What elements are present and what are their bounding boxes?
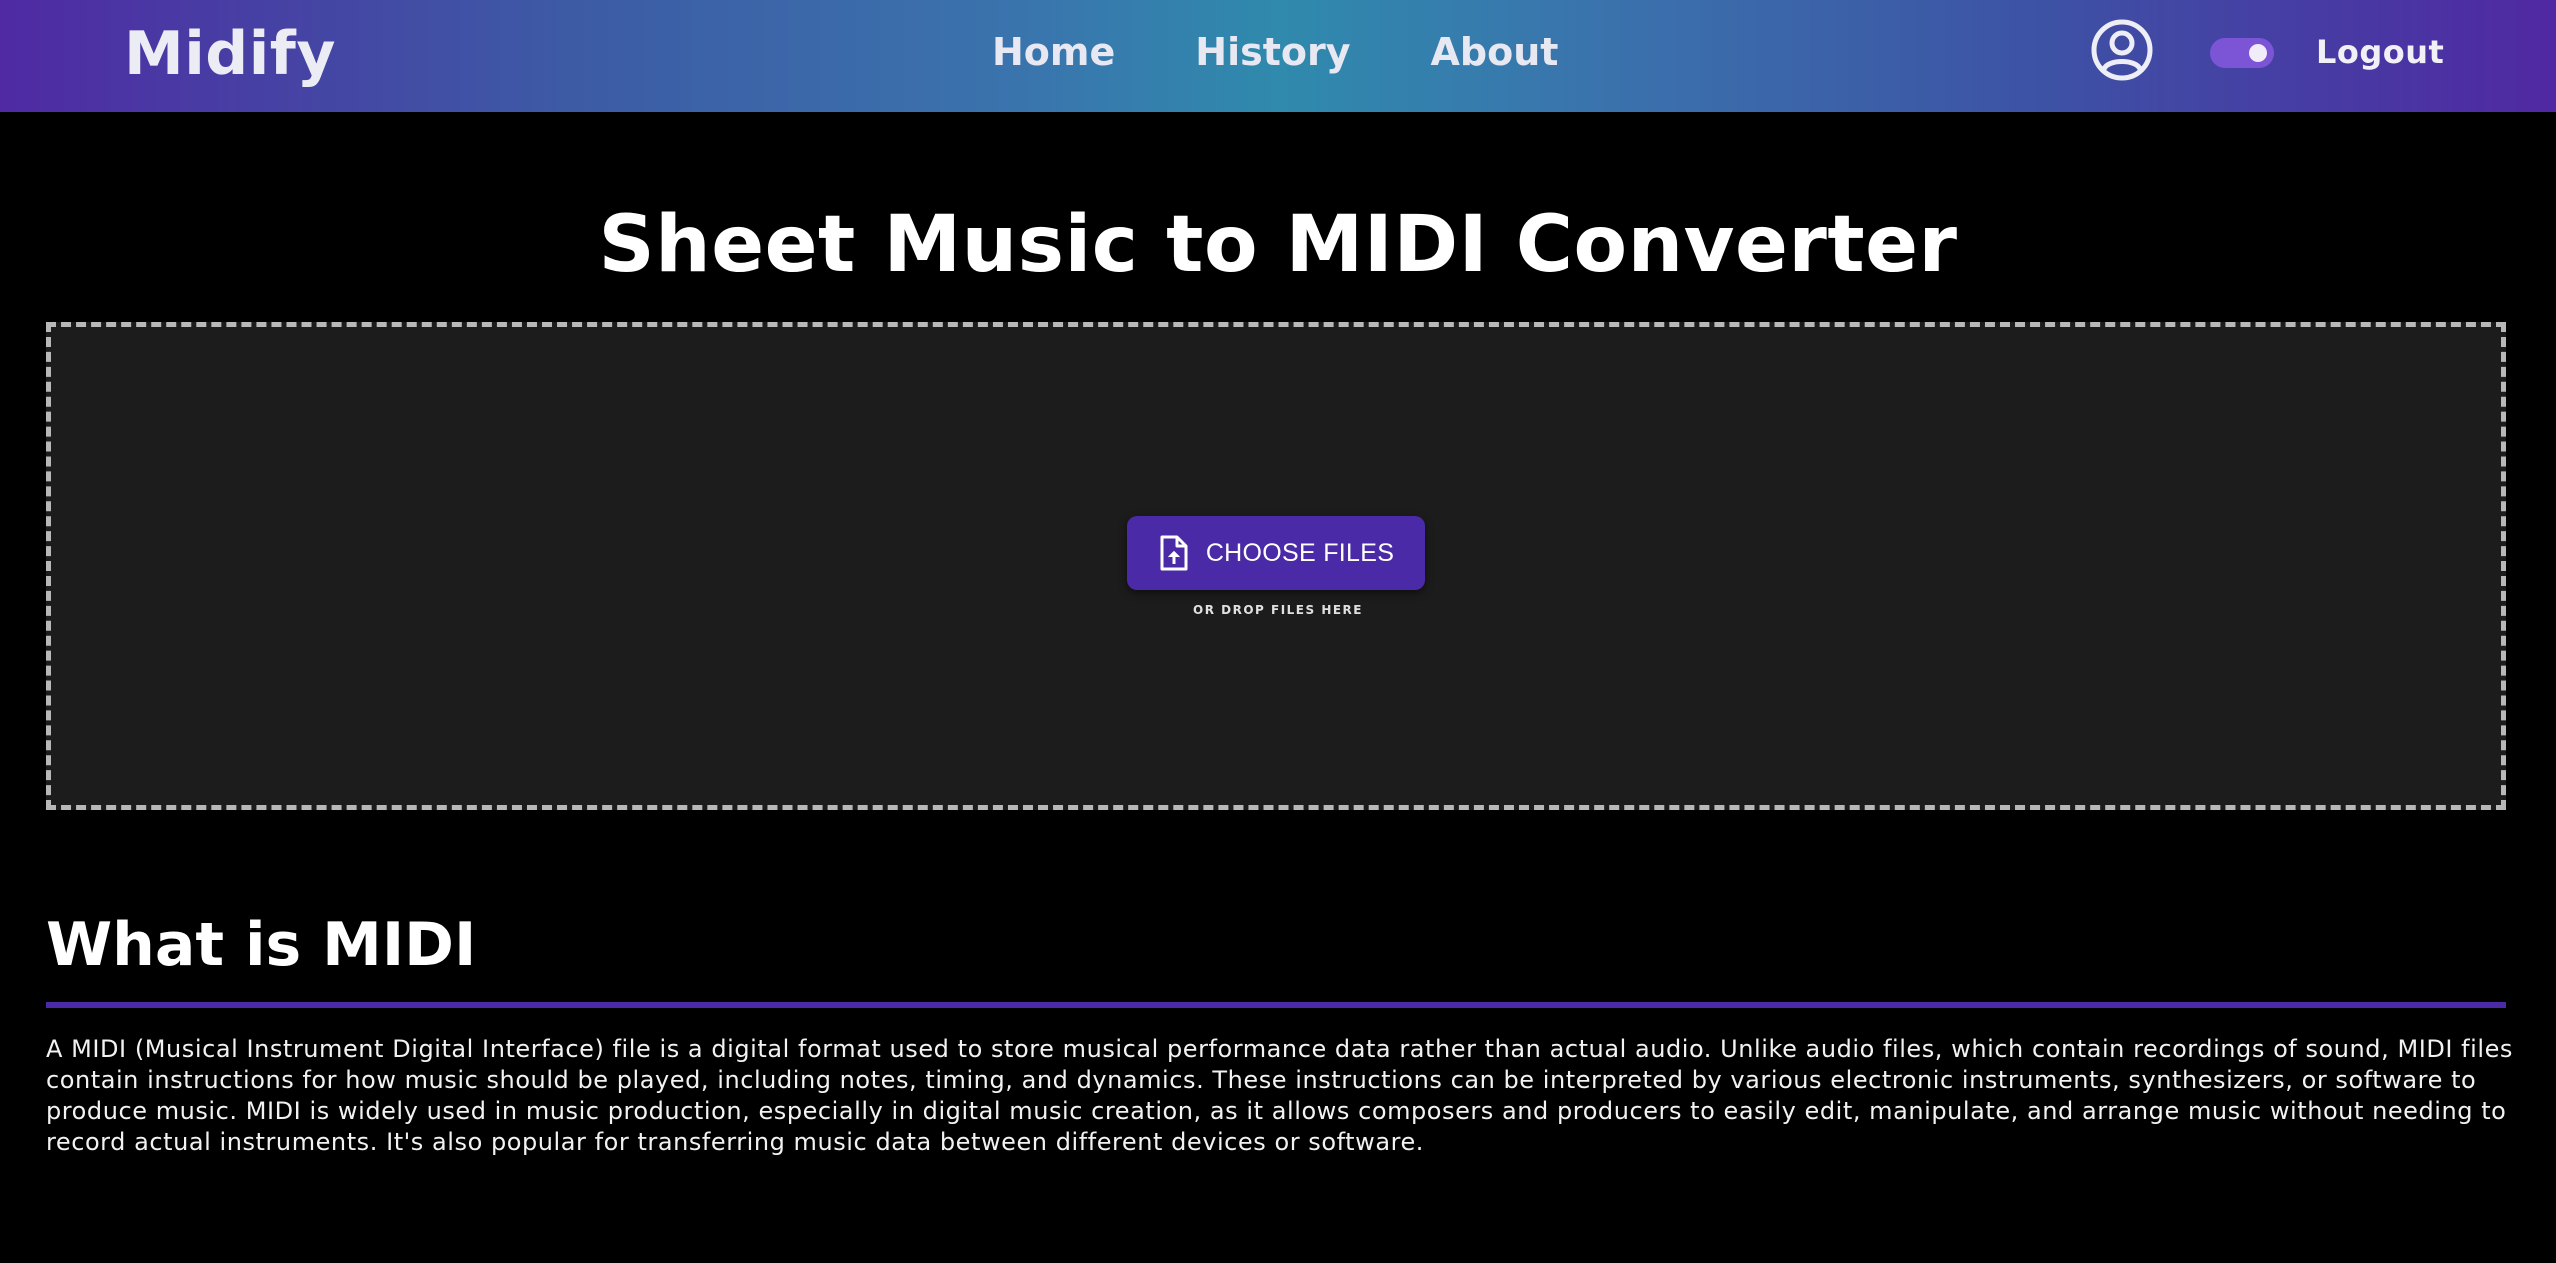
toggle-knob (2249, 44, 2267, 62)
file-upload-icon (1160, 535, 1188, 571)
theme-toggle[interactable] (2210, 38, 2274, 68)
top-navbar: Midify Home History About Logout (0, 0, 2556, 112)
page-title: Sheet Music to MIDI Converter (598, 200, 1958, 290)
choose-files-button[interactable]: CHOOSE FILES (1127, 516, 1425, 590)
brand-logo[interactable]: Midify (124, 14, 336, 94)
section-divider (46, 1002, 2506, 1008)
main-nav: Home History About (992, 22, 1558, 82)
nav-link-about[interactable]: About (1431, 22, 1559, 82)
section-title: What is MIDI (46, 910, 477, 980)
logout-button[interactable]: Logout (2316, 26, 2444, 78)
choose-files-label: CHOOSE FILES (1205, 538, 1395, 567)
drop-files-hint: OR DROP FILES HERE (1193, 603, 1363, 617)
nav-link-home[interactable]: Home (992, 22, 1115, 82)
user-circle-icon[interactable] (2090, 18, 2154, 82)
section-body: A MIDI (Musical Instrument Digital Inter… (46, 1035, 2513, 1156)
nav-link-history[interactable]: History (1195, 22, 1350, 82)
